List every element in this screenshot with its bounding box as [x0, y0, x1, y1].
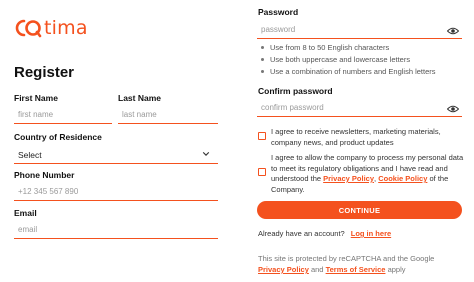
data-consent-text: I agree to allow the company to process … [271, 153, 464, 194]
confirm-password-label: Confirm password [258, 86, 333, 96]
logo-text: tima [44, 17, 88, 39]
last-name-input[interactable] [118, 106, 218, 124]
have-account-row: Already have an account? Log in here [258, 229, 392, 238]
newsletter-checkbox[interactable] [258, 132, 266, 140]
password-input[interactable] [257, 21, 462, 39]
password-hint: Use a combination of numbers and English… [258, 67, 436, 76]
password-hint: Use both uppercase and lowercase letters [258, 55, 410, 64]
phone-label: Phone Number [14, 170, 75, 180]
country-select-value: Select [18, 149, 42, 160]
password-label: Password [258, 7, 299, 17]
first-name-input[interactable] [14, 106, 112, 124]
terms-of-service-link[interactable]: Terms of Service [326, 265, 386, 274]
login-link[interactable]: Log in here [351, 229, 391, 238]
google-privacy-policy-link[interactable]: Privacy Policy [258, 265, 309, 274]
email-input[interactable] [14, 221, 218, 239]
last-name-label: Last Name [118, 93, 161, 103]
show-password-eye-icon[interactable] [447, 27, 459, 35]
cookie-policy-link[interactable]: Cookie Policy [378, 174, 427, 183]
recaptcha-notice: This site is protected by reCAPTCHA and … [258, 254, 435, 274]
first-name-label: First Name [14, 93, 58, 103]
privacy-policy-link[interactable]: Privacy Policy [323, 174, 374, 183]
continue-button[interactable]: CONTINUE [257, 201, 462, 219]
brand-logo[interactable]: tima [14, 16, 88, 40]
show-confirm-password-eye-icon[interactable] [447, 105, 459, 113]
phone-input[interactable] [14, 183, 218, 201]
email-label: Email [14, 208, 37, 218]
country-select[interactable]: Select [14, 146, 218, 164]
confirm-password-input[interactable] [257, 99, 462, 117]
page-title: Register [14, 64, 75, 81]
chevron-down-icon [202, 152, 210, 156]
country-label: Country of Residence [14, 132, 102, 142]
logo-mark-icon [14, 18, 44, 38]
data-consent-checkbox[interactable] [258, 168, 266, 176]
newsletter-consent-text: I agree to receive newsletters, marketin… [271, 127, 441, 147]
password-hint: Use from 8 to 50 English characters [258, 43, 389, 52]
